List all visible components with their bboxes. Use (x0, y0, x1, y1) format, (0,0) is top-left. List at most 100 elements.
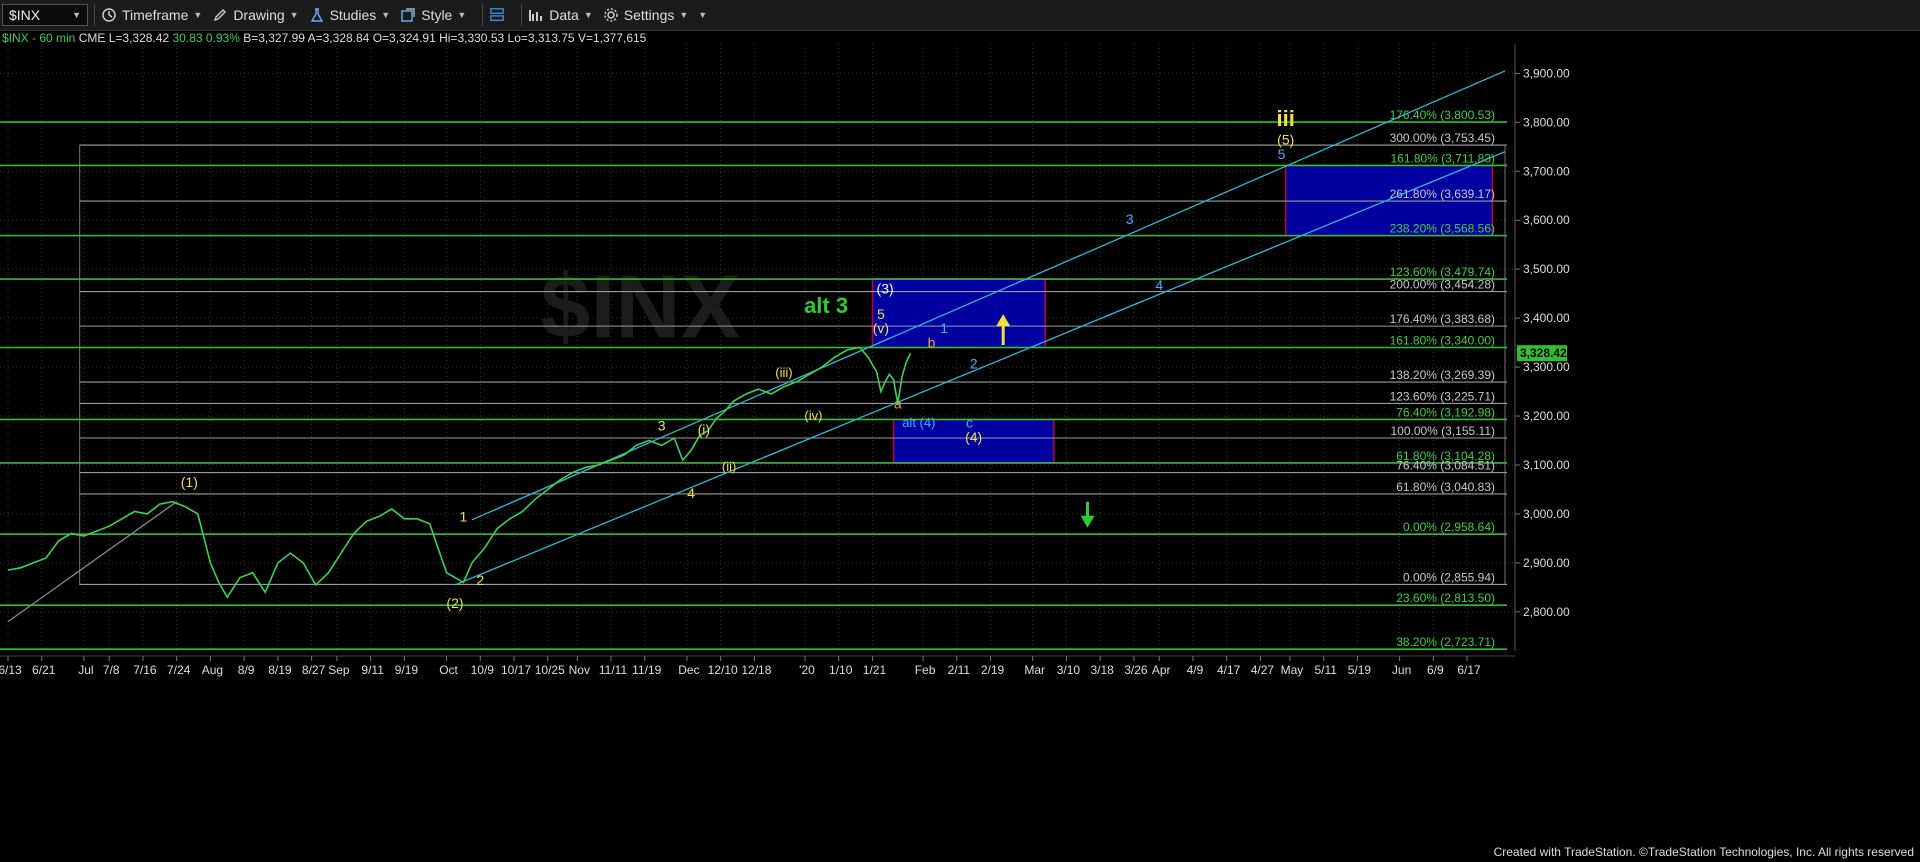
y-tick-label: 3,800.00 (1523, 115, 1570, 129)
wave-label: alt 3 (804, 293, 848, 318)
wave-label: c (966, 414, 973, 430)
fib-level-label: 161.80% (3,711.83) (1390, 151, 1495, 165)
fib-level-label: 100.00% (3,155.11) (1390, 424, 1495, 438)
fib-level-label: 176.40% (3,800.53) (1390, 108, 1495, 122)
fib-level-label: 76.40% (3,084.51) (1396, 459, 1495, 473)
fib-level-label: 261.80% (3,639.17) (1390, 187, 1495, 201)
wave-label: (v) (873, 320, 889, 336)
x-tick-label: 1/10 (829, 663, 853, 677)
fib-level-label: 138.20% (3,269.39) (1390, 368, 1495, 382)
y-tick-label: 3,000.00 (1523, 507, 1570, 521)
x-tick-label: 6/9 (1427, 663, 1444, 677)
wave-label: (3) (877, 281, 894, 297)
x-tick-label: 10/9 (471, 663, 495, 677)
wave-label: 4 (687, 485, 695, 501)
wave-label: (iv) (804, 408, 822, 423)
x-tick-label: 5/19 (1348, 663, 1372, 677)
x-tick-label: 3/10 (1057, 663, 1081, 677)
wave-label: (1) (181, 474, 198, 490)
y-tick-label: 3,300.00 (1523, 360, 1570, 374)
wave-label: 2 (476, 572, 484, 588)
x-tick-label: 7/24 (167, 663, 191, 677)
wave-label: 2 (970, 356, 978, 372)
fib-level-label: 0.00% (2,958.64) (1403, 520, 1495, 534)
x-tick-label: 1/21 (863, 663, 887, 677)
wave-label: 1 (460, 508, 468, 524)
x-tick-label: 2/19 (981, 663, 1005, 677)
fib-level-label: 38.20% (2,723.71) (1396, 635, 1495, 649)
x-tick-label: Mar (1024, 663, 1045, 677)
wave-label: 5 (877, 306, 885, 322)
x-tick-label: 12/18 (741, 663, 771, 677)
wave-label: (4) (965, 429, 982, 445)
x-tick-label: 11/11 (599, 663, 628, 677)
x-tick-label: 10/17 (501, 663, 531, 677)
wave-label: 5 (1278, 146, 1286, 162)
annotation-layer: (1)(2)1234(i)(ii)(iii)(iv)(v)5(3)alt 3ab… (181, 106, 1295, 611)
y-tick-label: 2,800.00 (1523, 605, 1570, 619)
x-tick-label: 4/17 (1217, 663, 1241, 677)
x-tick-label: 11/19 (632, 663, 661, 677)
x-tick-label: May (1281, 663, 1304, 677)
x-tick-label: Nov (569, 663, 590, 677)
x-tick-label: 8/9 (238, 663, 255, 677)
wave-label: 3 (1126, 211, 1134, 227)
fib-level-label: 300.00% (3,753.45) (1390, 131, 1495, 145)
fib-level-label: 176.40% (3,383.68) (1390, 312, 1495, 326)
fib-level-label: 200.00% (3,454.28) (1390, 278, 1495, 292)
x-tick-label: 5/11 (1314, 663, 1337, 677)
x-tick-label: 10/25 (535, 663, 565, 677)
wave-label: (iii) (775, 365, 792, 380)
fib-level-label: 61.80% (3,040.83) (1396, 480, 1495, 494)
x-tick-label: Apr (1152, 663, 1171, 677)
x-tick-label: 7/8 (103, 663, 120, 677)
wave-label: 3 (658, 418, 666, 434)
x-tick-label: '20 (799, 663, 815, 677)
fib-level-label: 161.80% (3,340.00) (1390, 334, 1495, 348)
wave-label: b (928, 335, 936, 351)
x-tick-label: Jun (1392, 663, 1411, 677)
x-tick-label: 9/19 (395, 663, 419, 677)
y-tick-label: 3,500.00 (1523, 262, 1570, 276)
y-tick-label: 3,400.00 (1523, 311, 1570, 325)
x-tick-label: Dec (678, 663, 699, 677)
wave-label: iii (1277, 106, 1295, 131)
x-tick-label: Jul (78, 663, 93, 677)
fib-level-label: 0.00% (2,855.94) (1403, 570, 1495, 584)
last-price-label: 3,328.42 (1520, 346, 1567, 360)
x-tick-label: Feb (915, 663, 936, 677)
target-box (871, 278, 1047, 349)
wave-label: 4 (1155, 277, 1163, 293)
x-tick-label: Oct (439, 663, 458, 677)
x-tick-label: 8/27 (302, 663, 326, 677)
y-tick-label: 3,100.00 (1523, 458, 1570, 472)
x-tick-label: 8/19 (268, 663, 292, 677)
fib-level-label: 23.60% (2,813.50) (1396, 591, 1495, 605)
x-tick-label: 3/18 (1090, 663, 1114, 677)
y-tick-label: 3,600.00 (1523, 213, 1570, 227)
wave-label: (5) (1277, 131, 1294, 147)
x-tick-label: 4/27 (1251, 663, 1275, 677)
axis-layer: 2,800.00 2,900.00 3,000.00 3,100.00 3,200.00… (0, 44, 1570, 677)
x-tick-label: 6/13 (0, 663, 22, 677)
y-tick-label: 2,900.00 (1523, 556, 1570, 570)
watermark-text: $INX (540, 258, 740, 358)
x-tick-label: Aug (202, 663, 223, 677)
arrow-down-head (1080, 515, 1095, 528)
wave-label: (2) (446, 595, 463, 611)
x-tick-label: 4/9 (1187, 663, 1204, 677)
y-tick-label: 3,700.00 (1523, 164, 1570, 178)
footer-credit: Created with TradeStation. ©TradeStation… (1493, 845, 1914, 859)
fib-level-layer: 176.40% (3,800.53)300.00% (3,753.45)161.… (0, 108, 1507, 650)
x-tick-label: 6/17 (1457, 663, 1481, 677)
wave-label: (i) (698, 422, 710, 438)
price-chart[interactable]: $INX 176.40% (3,800.53) 300.00% (3,753.45… (0, 0, 1920, 862)
x-tick-label: 2/11 (948, 663, 971, 677)
wave-label: (ii) (722, 459, 736, 474)
x-tick-label: 12/10 (708, 663, 738, 677)
watermark-layer: $INX (540, 258, 740, 358)
y-tick-label: 3,200.00 (1523, 409, 1570, 423)
x-tick-label: 6/21 (32, 663, 56, 677)
x-tick-label: 7/16 (133, 663, 157, 677)
y-tick-label: 3,900.00 (1523, 66, 1570, 80)
